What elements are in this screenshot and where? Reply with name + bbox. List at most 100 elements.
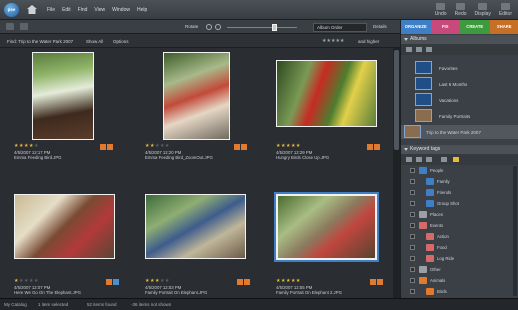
hidden-count: -36 items not shown bbox=[131, 302, 172, 307]
keyword-scrollbar[interactable] bbox=[513, 166, 517, 296]
photo-thumbnail[interactable] bbox=[163, 52, 230, 140]
redo-icon bbox=[456, 3, 466, 10]
tag-checkbox[interactable] bbox=[410, 201, 415, 206]
keyword-tags-header[interactable]: Keyword tags bbox=[401, 145, 518, 154]
tag-checkbox[interactable] bbox=[410, 267, 415, 272]
redo-button[interactable]: Redo bbox=[455, 3, 467, 17]
editor-icon bbox=[500, 3, 510, 10]
organize-panel: ORGANIZE FIX CREATE SHARE Albums Favorit… bbox=[400, 20, 518, 298]
display-icon bbox=[478, 3, 488, 10]
tag-checkbox[interactable] bbox=[410, 256, 415, 261]
tag-log-ride[interactable]: Log Ride bbox=[401, 254, 518, 263]
album-trip-water-park[interactable]: Trip to the Water Park 2007 bbox=[401, 125, 518, 139]
rotate-right-icon[interactable] bbox=[215, 24, 221, 30]
tag-find-icon[interactable] bbox=[441, 157, 447, 162]
tab-create[interactable]: CREATE bbox=[460, 20, 490, 34]
photo-cell[interactable]: ★★★★★ 4/5/2007 12:17 PM Emma Feeding Bird.… bbox=[14, 48, 134, 160]
album-icon bbox=[415, 61, 432, 74]
menu-view[interactable]: View bbox=[94, 7, 105, 13]
thumbnail-size-slider[interactable] bbox=[227, 24, 297, 31]
options-dropdown[interactable]: Options bbox=[113, 39, 129, 44]
tag-family[interactable]: Family bbox=[401, 177, 518, 186]
photo-thumbnail[interactable] bbox=[145, 194, 246, 259]
photo-filename: Emma Feeding Bird.JPG bbox=[14, 155, 62, 160]
animals-icon bbox=[419, 277, 427, 284]
tag-checkbox[interactable] bbox=[410, 278, 415, 283]
show-all-button[interactable]: Show All bbox=[86, 39, 103, 44]
menu-window[interactable]: Window bbox=[112, 7, 130, 13]
menu-help[interactable]: Help bbox=[137, 7, 147, 13]
add-tag-icon[interactable] bbox=[406, 157, 412, 162]
edit-tag-icon[interactable] bbox=[416, 157, 422, 162]
slider-thumb[interactable] bbox=[272, 24, 277, 31]
tag-category-animals[interactable]: Animals bbox=[401, 276, 518, 285]
tab-organize[interactable]: ORGANIZE bbox=[401, 20, 431, 34]
tag-checkbox[interactable] bbox=[410, 289, 415, 294]
tag-category-places[interactable]: Places bbox=[401, 210, 518, 219]
tag-icon bbox=[107, 144, 113, 150]
tag-category-events[interactable]: Events bbox=[401, 221, 518, 230]
rotate-label: Rotate bbox=[185, 24, 199, 29]
photo-cell[interactable]: ★★★★★ 4/5/2007 12:20 PM Emma Feeding Bird_… bbox=[145, 48, 265, 160]
album-favorites[interactable]: Favorites bbox=[415, 61, 515, 75]
places-icon bbox=[419, 211, 427, 218]
tag-checkbox[interactable] bbox=[410, 190, 415, 195]
tag-icon bbox=[374, 144, 380, 150]
photo-thumbnail[interactable] bbox=[14, 194, 115, 259]
tab-share[interactable]: SHARE bbox=[489, 20, 518, 34]
photo-thumbnail[interactable] bbox=[276, 60, 377, 127]
tag-checkbox[interactable] bbox=[410, 212, 415, 217]
tag-checkbox[interactable] bbox=[410, 179, 415, 184]
sort-order-dropdown[interactable]: Album Order bbox=[313, 23, 367, 32]
tag-label-icon[interactable] bbox=[453, 157, 459, 162]
photo-thumbnail-selected[interactable] bbox=[276, 194, 377, 260]
menu-edit[interactable]: Edit bbox=[62, 7, 71, 13]
scrollbar-thumb[interactable] bbox=[394, 50, 399, 150]
albums-header[interactable]: Albums bbox=[401, 35, 518, 44]
tag-friends[interactable]: Friends bbox=[401, 188, 518, 197]
tag-action[interactable]: Action bbox=[401, 232, 518, 241]
album-family-portraits[interactable]: Family Portraits bbox=[415, 109, 515, 123]
tag-checkbox[interactable] bbox=[410, 245, 415, 250]
photo-grid: ★★★★★ 4/5/2007 12:17 PM Emma Feeding Bird.… bbox=[0, 48, 400, 298]
rotate-left-icon[interactable] bbox=[206, 24, 212, 30]
edit-album-icon[interactable] bbox=[416, 47, 422, 52]
forward-arrow-icon[interactable] bbox=[20, 23, 28, 30]
tag-category-people[interactable]: People bbox=[401, 166, 518, 175]
tag-birds[interactable]: Birds bbox=[401, 287, 518, 296]
display-button[interactable]: Display bbox=[475, 3, 491, 17]
add-album-icon[interactable] bbox=[406, 47, 412, 52]
tag-checkbox[interactable] bbox=[410, 168, 415, 173]
tag-view-icon[interactable] bbox=[426, 157, 432, 162]
album-vacations[interactable]: Vacations bbox=[415, 93, 515, 107]
tag-food[interactable]: Food bbox=[401, 243, 518, 252]
tab-fix[interactable]: FIX bbox=[430, 20, 460, 34]
tag-category-other[interactable]: Other bbox=[401, 265, 518, 274]
tag-icon bbox=[370, 279, 376, 285]
menu-find[interactable]: Find bbox=[78, 7, 88, 13]
rating-filter-mode[interactable]: and higher bbox=[358, 39, 379, 44]
grid-scrollbar[interactable] bbox=[393, 48, 400, 298]
tag-checkbox[interactable] bbox=[410, 234, 415, 239]
album-view-icon[interactable] bbox=[426, 47, 432, 52]
tag-checkbox[interactable] bbox=[410, 223, 415, 228]
tag-icon bbox=[237, 279, 243, 285]
menu-file[interactable]: File bbox=[47, 7, 55, 13]
photo-cell[interactable]: ★★★★★ 4/5/2007 12:53 PM Family Portrait On… bbox=[145, 188, 265, 298]
home-icon[interactable] bbox=[27, 5, 37, 14]
album-last-6-months[interactable]: Last 6 Months bbox=[415, 77, 515, 91]
tag-group-shot[interactable]: Group Shot bbox=[401, 199, 518, 208]
photo-thumbnail[interactable] bbox=[32, 52, 94, 140]
other-icon bbox=[419, 266, 427, 273]
photo-cell[interactable]: ★★★★★ 4/5/2007 12:55 PM Family Portrait On… bbox=[276, 188, 396, 298]
events-icon bbox=[419, 222, 427, 229]
photo-cell[interactable]: ★★★★★ 4/5/2007 12:29 PM Hungry Birds Close… bbox=[276, 48, 396, 160]
editor-button[interactable]: Editor bbox=[499, 3, 512, 17]
catalog-name[interactable]: My Catalog bbox=[4, 302, 27, 307]
find-text: Find: Trip to the Water Park 2007 bbox=[7, 39, 74, 44]
details-checkbox[interactable]: Details bbox=[373, 24, 387, 29]
undo-button[interactable]: Undo bbox=[435, 3, 447, 17]
photo-cell[interactable]: ★★★★★ 4/5/2007 12:07 PM Here We Go On The … bbox=[14, 188, 134, 298]
back-arrow-icon[interactable] bbox=[6, 23, 14, 30]
rating-filter[interactable]: ★★★★★ bbox=[322, 38, 344, 44]
